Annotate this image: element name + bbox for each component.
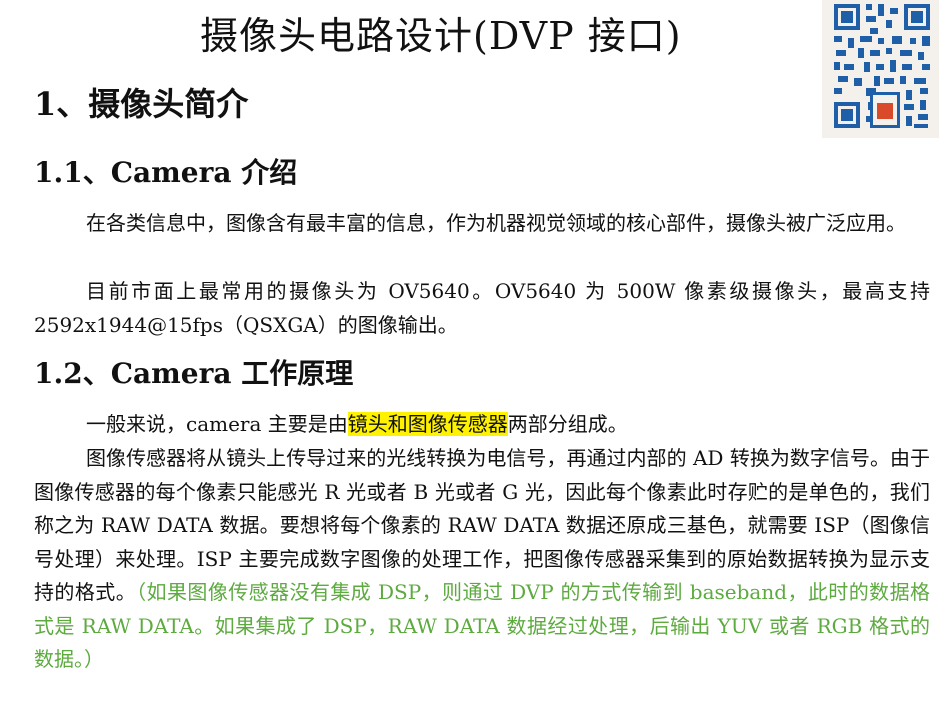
paragraph-composition-lead: 一般来说，camera 主要是由: [86, 412, 348, 436]
green-note-text: （如果图像传感器没有集成 DSP，则通过 DVP 的方式传输到 baseband…: [34, 580, 930, 671]
section-heading-1: 1、摄像头简介: [34, 85, 249, 123]
paragraph-composition-tail: 两部分组成。: [507, 412, 628, 436]
qr-code: [822, 0, 939, 138]
paragraph-intro: 在各类信息中，图像含有最丰富的信息，作为机器视觉领域的核心部件，摄像头被广泛应用…: [86, 211, 906, 235]
paragraph-sensor-principle: 图像传感器将从镜头上传导过来的光线转换为电信号，再通过内部的 AD 转换为数字信…: [34, 442, 930, 677]
highlighted-text: 镜头和图像传感器: [347, 412, 508, 436]
paragraph-ov5640: 目前市面上最常用的摄像头为 OV5640。OV5640 为 500W 像素级摄像…: [34, 279, 930, 337]
section-heading-1-1: 1.1、Camera 介绍: [34, 156, 298, 189]
page-title: 摄像头电路设计(DVP 接口): [200, 14, 682, 58]
section-heading-1-2: 1.2、Camera 工作原理: [34, 357, 354, 390]
paragraph-composition: 一般来说，camera 主要是由镜头和图像传感器两部分组成。: [34, 408, 930, 442]
qr-code-icon: [830, 0, 934, 132]
